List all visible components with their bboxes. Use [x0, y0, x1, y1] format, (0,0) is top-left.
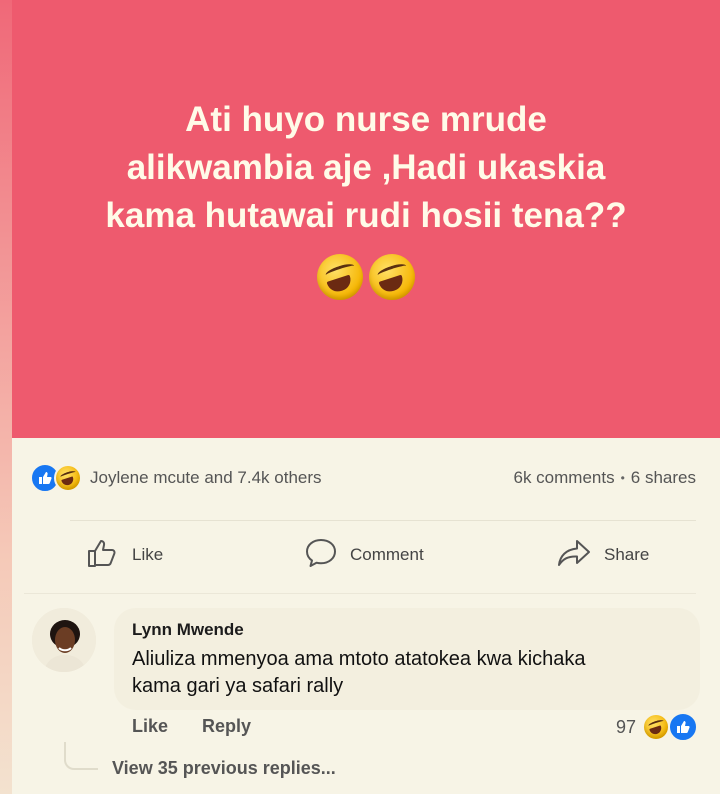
- left-edge-strip: [0, 0, 12, 794]
- comment-reaction-summary[interactable]: 97: [616, 712, 698, 742]
- post-action-bar: Like Comment Share: [0, 530, 720, 580]
- comment-text: Aliuliza mmenyoa ama mtoto atatokea kwa …: [132, 648, 586, 697]
- like-reaction-icon: [668, 712, 698, 742]
- laugh-reaction-icon: [642, 713, 670, 741]
- reply-thread-line: [64, 742, 98, 770]
- reaction-icons: [30, 463, 82, 493]
- divider: [24, 593, 696, 594]
- speech-bubble-icon: [304, 537, 338, 574]
- commenter-name[interactable]: Lynn Mwende: [132, 620, 244, 640]
- shares-count[interactable]: 6 shares: [631, 468, 696, 488]
- share-arrow-icon: [556, 537, 592, 574]
- rolling-laughing-emoji-icon: [317, 254, 363, 300]
- reaction-summary-text: Joylene mcute and 7.4k others: [90, 468, 322, 487]
- comment-label: Comment: [350, 545, 424, 564]
- comment-bubble[interactable]: Lynn Mwende Aliuliza mmenyoa ama mtoto a…: [114, 608, 700, 710]
- rolling-laughing-emoji-icon: [369, 254, 415, 300]
- share-button[interactable]: Share: [556, 530, 649, 580]
- comment-reply-button[interactable]: Reply: [202, 716, 251, 742]
- comment-like-button[interactable]: Like: [132, 716, 168, 742]
- like-label: Like: [132, 545, 164, 564]
- post-text-card: Ati huyo nurse mrude alikwambia aje ,Had…: [12, 0, 720, 438]
- post-stats-row: Joylene mcute and 7.4k others 6k comment…: [30, 462, 696, 494]
- reaction-summary[interactable]: Joylene mcute and 7.4k others: [30, 463, 322, 493]
- post-emoji-row: [12, 254, 720, 300]
- post-counts: 6k comments • 6 shares: [514, 468, 697, 488]
- commenter-avatar[interactable]: [32, 608, 96, 672]
- like-button[interactable]: Like: [86, 530, 163, 580]
- stats-separator: •: [620, 471, 625, 485]
- comment-button[interactable]: Comment: [304, 530, 424, 580]
- divider: [70, 520, 696, 521]
- view-previous-replies-link[interactable]: View 35 previous replies...: [112, 758, 336, 779]
- laugh-reaction-icon: [54, 464, 82, 492]
- comments-count[interactable]: 6k comments: [514, 468, 615, 488]
- comment-reaction-count: 97: [615, 716, 636, 737]
- comment-actions: Like Reply: [132, 716, 251, 742]
- thumbs-up-icon: [86, 537, 120, 574]
- share-label: Share: [604, 545, 650, 564]
- post-text: Ati huyo nurse mrude alikwambia aje ,Had…: [105, 100, 627, 235]
